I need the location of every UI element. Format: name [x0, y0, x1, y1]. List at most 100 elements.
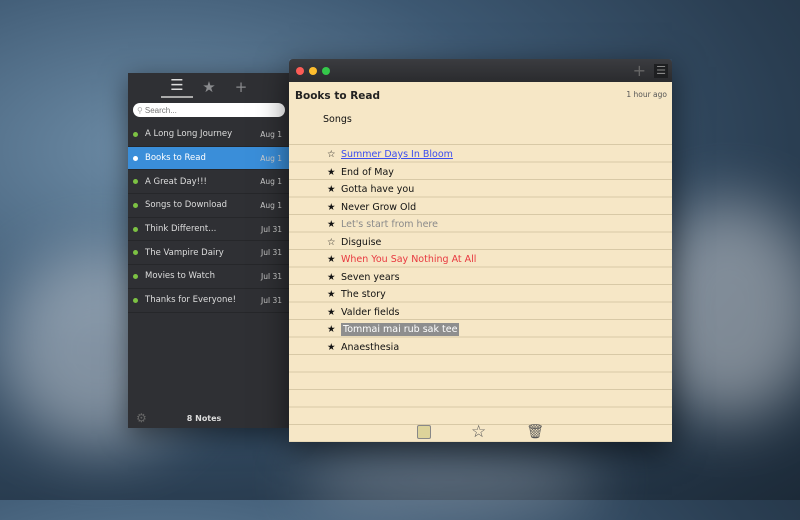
- gear-icon[interactable]: ⚙: [136, 411, 147, 425]
- star-filled-icon[interactable]: ★: [327, 216, 341, 234]
- star-outline-icon[interactable]: ☆: [327, 234, 341, 252]
- note-list-item[interactable]: A Great Day!!! Aug 1: [128, 170, 290, 195]
- star-icon: ★: [202, 77, 216, 96]
- sidebar-tabs: ☰ ★ +: [128, 73, 290, 100]
- note-list-item[interactable]: A Long Long Journey Aug 1: [128, 123, 290, 147]
- star-filled-icon[interactable]: ★: [327, 181, 341, 199]
- plus-icon: +: [632, 61, 646, 80]
- note-editor[interactable]: Books to Read 1 hour ago Songs ☆ Summer D…: [289, 82, 672, 442]
- note-item-title: Books to Read: [145, 153, 206, 164]
- note-item-title: Thanks for Everyone!: [145, 295, 236, 306]
- close-button[interactable]: [296, 66, 304, 75]
- color-swatch-button[interactable]: [416, 425, 431, 439]
- add-note-button[interactable]: +: [633, 61, 646, 80]
- star-filled-icon[interactable]: ★: [327, 251, 341, 269]
- song-item: ★ The story: [327, 286, 386, 304]
- star-filled-icon[interactable]: ★: [327, 339, 341, 357]
- tab-starred[interactable]: ★: [193, 78, 225, 96]
- menu-button[interactable]: ☰: [654, 63, 668, 78]
- song-title: When You Say Nothing At All: [341, 254, 477, 265]
- note-item-date: Jul 31: [261, 271, 282, 281]
- notes-count: 8 Notes: [186, 413, 222, 423]
- sidebar-footer: ⚙ 8 Notes: [128, 408, 290, 428]
- note-list-item[interactable]: Thanks for Everyone! Jul 31: [128, 289, 290, 313]
- note-list-item[interactable]: The Vampire Dairy Jul 31: [128, 241, 290, 266]
- note-item-date: Aug 1: [260, 129, 282, 139]
- title-bar: + ☰: [289, 59, 672, 82]
- note-list-item[interactable]: Books to Read Aug 1: [128, 146, 290, 171]
- song-item: ★ End of May: [327, 164, 394, 182]
- song-title: End of May: [341, 166, 394, 178]
- note-item-title: Movies to Watch: [145, 271, 215, 282]
- notes-sidebar: ☰ ★ + ⚲ A Long Long JourneyAug 1Books to…: [128, 73, 290, 428]
- note-item-title: A Long Long Journey: [145, 129, 233, 140]
- star-outline-icon[interactable]: ☆: [327, 146, 341, 164]
- note-item-date: Aug 1: [260, 200, 282, 210]
- status-dot: [133, 179, 138, 185]
- zoom-button[interactable]: [322, 66, 330, 75]
- note-list-item[interactable]: Songs to Download Aug 1: [128, 194, 290, 218]
- song-item: ★ Seven years: [327, 269, 400, 287]
- note-window: + ☰ Books to Read 1 hour ago Songs ☆ Summ…: [289, 59, 672, 442]
- status-dot: [133, 202, 138, 208]
- note-list-item[interactable]: Think Different... Jul 31: [128, 218, 290, 242]
- status-dot: [133, 297, 138, 303]
- star-filled-icon[interactable]: ★: [327, 164, 341, 182]
- song-item: ★ Gotta have you: [327, 181, 414, 199]
- song-title: Tommai mai rub sak tee: [341, 323, 460, 336]
- search-icon: ⚲: [137, 105, 143, 115]
- song-item: ★ Valder fields: [327, 304, 399, 322]
- song-item: ☆ Disguise: [327, 234, 381, 252]
- note-list-item[interactable]: Movies to Watch Jul 31: [128, 265, 290, 289]
- note-toolbar: ☆ 🗑︎: [289, 422, 672, 442]
- note-item-date: Jul 31: [261, 248, 282, 258]
- menu-icon: ☰: [656, 63, 666, 77]
- note-item-title: Songs to Download: [145, 200, 227, 211]
- note-item-date: Jul 31: [261, 295, 282, 305]
- status-dot: [133, 250, 138, 256]
- song-title: The story: [341, 289, 386, 300]
- search-box: ⚲: [133, 103, 285, 117]
- note-item-date: Jul 31: [261, 224, 282, 234]
- star-filled-icon[interactable]: ★: [327, 199, 341, 217]
- status-dot: [133, 131, 138, 137]
- song-title: Anaesthesia: [341, 341, 400, 353]
- song-title: Gotta have you: [341, 184, 415, 195]
- status-dot: [133, 226, 138, 232]
- minimize-button[interactable]: [309, 66, 317, 75]
- star-filled-icon[interactable]: ★: [327, 304, 341, 322]
- song-item: ★ Tommai mai rub sak tee: [327, 321, 460, 339]
- tab-all-notes[interactable]: ☰: [161, 76, 193, 98]
- note-title: Books to Read: [295, 90, 381, 102]
- note-heading: Songs: [323, 114, 352, 125]
- search-input[interactable]: [144, 105, 275, 115]
- notes-list: A Long Long Journey Aug 1 Books to Read Aug…: [128, 123, 290, 313]
- star-icon[interactable]: ☆: [471, 422, 486, 442]
- star-filled-icon[interactable]: ★: [327, 286, 341, 304]
- new-note-button[interactable]: +: [225, 78, 257, 96]
- list-icon: ☰: [170, 75, 184, 94]
- plus-icon: +: [234, 77, 248, 96]
- song-item: ★ Never Grow Old: [327, 199, 416, 217]
- song-item: ★ Anaesthesia: [327, 339, 399, 357]
- note-timestamp: 1 hour ago: [626, 90, 667, 99]
- song-title: Disguise: [341, 236, 382, 248]
- trash-icon[interactable]: 🗑︎: [526, 424, 544, 440]
- song-title: Summer Days In Bloom: [341, 149, 453, 160]
- note-item-date: Aug 1: [260, 153, 282, 163]
- note-item-title: A Great Day!!!: [145, 176, 207, 187]
- status-dot: [133, 155, 138, 161]
- status-dot: [133, 273, 138, 279]
- star-filled-icon[interactable]: ★: [327, 321, 341, 339]
- star-filled-icon[interactable]: ★: [327, 269, 341, 287]
- song-title: Never Grow Old: [341, 201, 417, 213]
- song-item: ★ When You Say Nothing At All: [327, 251, 476, 269]
- song-title: Valder fields: [341, 306, 400, 318]
- note-item-title: The Vampire Dairy: [145, 247, 224, 258]
- song-item: ★ Let's start from here: [327, 216, 438, 234]
- note-item-date: Aug 1: [260, 177, 282, 187]
- song-title: Seven years: [341, 271, 400, 283]
- song-title: Let's start from here: [341, 219, 438, 230]
- note-item-title: Think Different...: [145, 224, 217, 235]
- song-item: ☆ Summer Days In Bloom: [327, 146, 453, 164]
